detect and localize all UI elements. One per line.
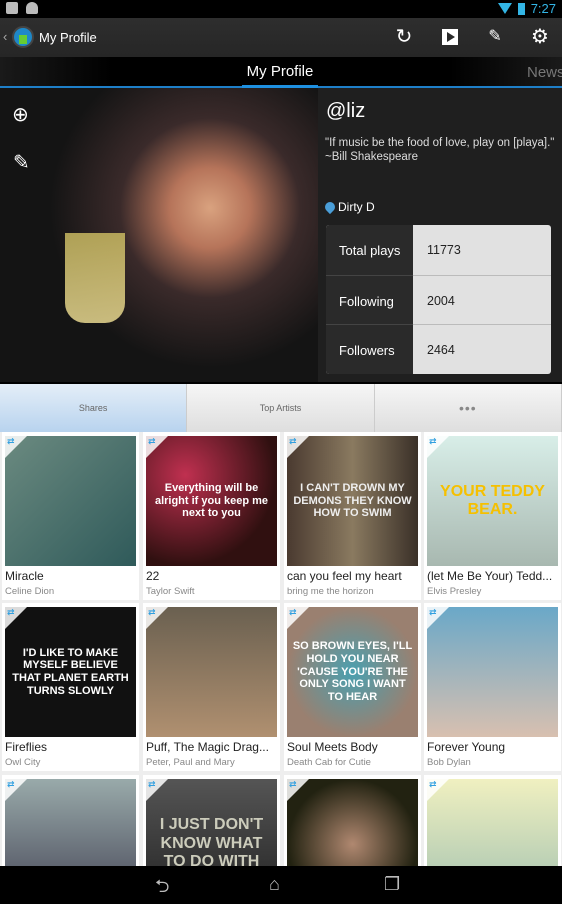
share-card[interactable]: I'D LIKE TO MAKE MYSELF BELIEVE THAT PLA… [2,603,139,771]
status-bar: 7:27 [0,0,562,18]
share-artist: bring me the horizon [287,586,374,597]
reshare-icon: ⇄ [148,436,156,446]
tab-shares[interactable]: Shares [0,384,188,432]
overflow-dots-icon: ••• [458,400,477,416]
content-tabs: Shares Top Artists ••• [0,384,562,432]
stat-row-total-plays[interactable]: Total plays 11773 [326,225,551,275]
settings-icon[interactable]: ⚙ [529,26,551,48]
stat-label: Followers [326,324,413,374]
share-card[interactable]: ⇄ [2,775,139,866]
share-artist: Owl City [5,757,41,768]
refresh-icon[interactable]: ↻ [393,26,415,48]
tab-more[interactable]: ••• [374,384,562,432]
profile-header: ⊕ ✎ @liz "If music be the food of love, … [0,88,562,382]
profile-quote: "If music be the food of love, play on [… [325,137,555,163]
share-title: Puff, The Magic Drag... [146,740,269,754]
reshare-icon: ⇄ [289,779,297,789]
share-title: 22 [146,569,160,583]
share-card[interactable]: ⇄ [284,775,421,866]
share-artist: Bob Dylan [427,757,471,768]
glass-image-detail [65,233,125,323]
recent-apps-icon[interactable]: ❐ [384,874,400,895]
reshare-icon: ⇄ [7,607,15,617]
home-icon[interactable]: ⌂ [269,874,280,895]
share-artist: Death Cab for Cutie [287,757,371,768]
page-tab-strip: My Profile News [0,57,562,88]
edit-pencil-icon[interactable]: ✎ [13,150,30,175]
action-bar: ‹ My Profile ↻ ✎ ⚙ [0,18,562,57]
reshare-icon: ⇄ [289,436,297,446]
tab-news[interactable]: News [527,64,562,81]
wifi-icon [497,3,512,14]
share-title: (let Me Be Your) Tedd... [427,569,553,583]
stat-label: Total plays [326,225,413,275]
navigation-bar: ⮌ ⌂ ❐ [0,866,562,900]
stat-value: 11773 [427,243,461,257]
tab-my-profile[interactable]: My Profile [242,63,318,88]
share-card[interactable]: I JUST DON'T KNOW WHAT TO DO WITH ⇄ [143,775,280,866]
reshare-icon: ⇄ [429,607,437,617]
location-text: Dirty D [338,200,375,214]
android-icon [26,2,38,14]
share-artist: Elvis Presley [427,586,482,597]
share-artist: Peter, Paul and Mary [146,757,235,768]
reshare-icon: ⇄ [148,779,156,789]
share-title: Soul Meets Body [287,740,378,754]
reshare-icon: ⇄ [429,436,437,446]
share-card[interactable]: ⇄ Miracle Celine Dion [2,432,139,600]
action-bar-title: My Profile [39,30,97,45]
share-artist: Taylor Swift [146,586,195,597]
share-card[interactable]: I CAN'T DROWN MY DEMONS THEY KNOW HOW TO… [284,432,421,600]
share-card[interactable]: ⇄ [424,775,561,866]
share-title: Forever Young [427,740,506,754]
reshare-icon: ⇄ [429,779,437,789]
share-card[interactable]: Everything will be alright if you keep m… [143,432,280,600]
share-title: Miracle [5,569,44,583]
tab-top-artists[interactable]: Top Artists [187,384,375,432]
battery-charging-icon [517,2,525,15]
share-card[interactable]: SO BROWN EYES, I'LL HOLD YOU NEAR 'CAUSE… [284,603,421,771]
reshare-icon: ⇄ [7,779,15,789]
share-card[interactable]: YOUR TEDDY BEAR. ⇄ (let Me Be Your) Tedd..… [424,432,561,600]
facebook-icon [6,2,18,14]
reshare-icon: ⇄ [289,607,297,617]
zoom-in-icon[interactable]: ⊕ [12,102,29,127]
play-icon[interactable] [439,26,461,48]
stats-table: Total plays 11773 Following 2004 Followers… [326,225,551,374]
share-card[interactable]: ⇄ Puff, The Magic Drag... Peter, Paul and … [143,603,280,771]
reshare-icon: ⇄ [148,607,156,617]
shares-grid[interactable]: ⇄ Miracle Celine Dion Everything will be al… [0,432,562,866]
share-title: can you feel my heart [287,569,402,583]
app-logo[interactable] [12,26,34,48]
share-artist: Celine Dion [5,586,55,597]
stat-value: 2464 [413,324,551,374]
location: Dirty D [322,199,375,215]
reshare-icon: ⇄ [7,436,15,446]
location-pin-icon [322,199,338,215]
share-card[interactable]: ⇄ Forever Young Bob Dylan [424,603,561,771]
stat-row-following[interactable]: Following 2004 [326,274,551,325]
up-chevron-icon[interactable]: ‹ [3,29,7,44]
clock: 7:27 [530,1,556,16]
username: @liz [326,100,366,122]
stat-label: Following [326,274,413,325]
share-title: Fireflies [5,740,48,754]
compose-icon[interactable]: ✎ [484,26,506,48]
stat-row-followers[interactable]: Followers 2464 [326,324,551,374]
profile-photo[interactable]: ⊕ ✎ [0,88,318,382]
stat-value: 2004 [413,274,551,325]
